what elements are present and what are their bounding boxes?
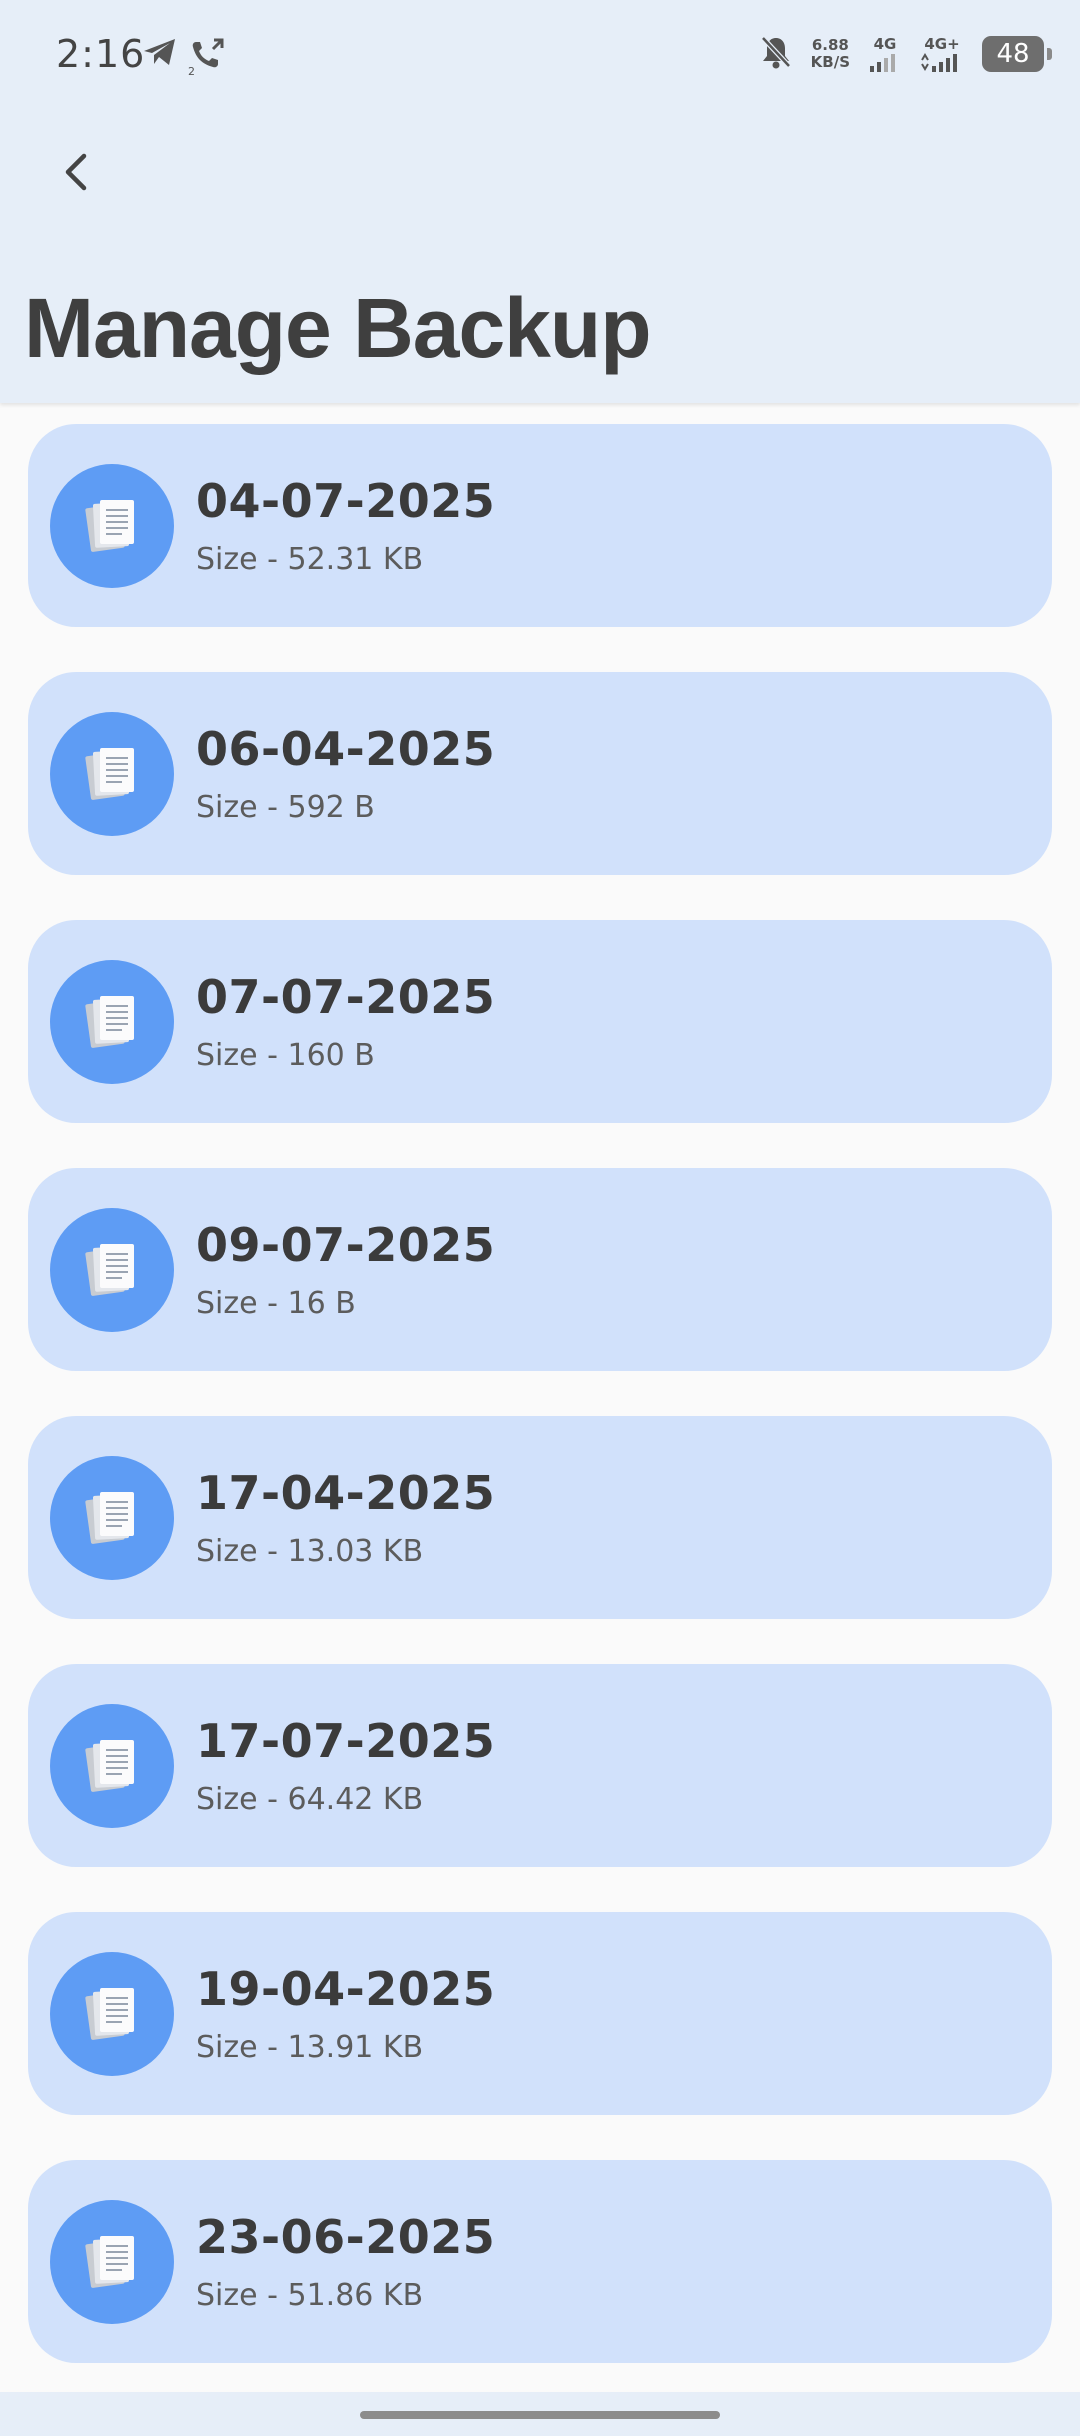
backup-item[interactable]: 04-07-2025 Size - 52.31 KB <box>28 424 1052 627</box>
wifi-call-icon: 2 <box>188 36 228 80</box>
backup-date: 09-07-2025 <box>196 1218 496 1272</box>
backup-item[interactable]: 19-04-2025 Size - 13.91 KB <box>28 1912 1052 2115</box>
document-stack-icon <box>85 1740 134 1792</box>
signal-bars-icon <box>870 54 895 72</box>
signal-sim1-label: 4G <box>873 35 897 53</box>
backup-date: 07-07-2025 <box>196 970 496 1024</box>
chevron-left-icon <box>65 153 87 191</box>
backup-size: Size - 592 B <box>196 790 375 825</box>
backup-date: 19-04-2025 <box>196 1962 496 2016</box>
backup-icon-circle <box>50 1456 174 1580</box>
network-speed: 6.88 KB/S <box>811 37 850 71</box>
backup-item[interactable]: 17-07-2025 Size - 64.42 KB <box>28 1664 1052 1867</box>
status-bar: 2:16 2 6.88 KB/S 4G 4G+ 48 <box>0 0 1080 116</box>
backup-item[interactable]: 23-06-2025 Size - 51.86 KB <box>28 2160 1052 2363</box>
document-stack-icon <box>85 2236 134 2288</box>
svg-text:2: 2 <box>188 65 195 76</box>
backup-icon-circle <box>50 712 174 836</box>
backup-date: 06-04-2025 <box>196 722 496 776</box>
battery-indicator: 48 <box>982 36 1052 72</box>
backup-item[interactable]: 06-04-2025 Size - 592 B <box>28 672 1052 875</box>
document-stack-icon <box>85 500 134 552</box>
status-right-icons: 6.88 KB/S 4G 4G+ 48 <box>759 34 1052 74</box>
backup-size: Size - 64.42 KB <box>196 1782 424 1817</box>
backup-date: 17-07-2025 <box>196 1714 496 1768</box>
backup-icon-circle <box>50 1952 174 2076</box>
backup-icon-circle <box>50 464 174 588</box>
backup-icon-circle <box>50 2200 174 2324</box>
backup-size: Size - 13.91 KB <box>196 2030 424 2065</box>
backup-list: 04-07-2025 Size - 52.31 KB 06-04-2025 Si… <box>28 424 1052 2408</box>
signal-sim2: 4G+ <box>920 36 964 72</box>
backup-size: Size - 52.31 KB <box>196 542 424 577</box>
status-time: 2:16 <box>56 32 146 76</box>
backup-item[interactable]: 07-07-2025 Size - 160 B <box>28 920 1052 1123</box>
backup-item[interactable]: 09-07-2025 Size - 16 B <box>28 1168 1052 1371</box>
document-stack-icon <box>85 996 134 1048</box>
backup-size: Size - 16 B <box>196 1286 356 1321</box>
backup-icon-circle <box>50 1704 174 1828</box>
status-left-icons: 2 <box>142 36 228 80</box>
home-indicator[interactable] <box>360 2411 720 2419</box>
app-header: 2:16 2 6.88 KB/S 4G 4G+ 48 Manage Backup <box>0 0 1080 403</box>
backup-icon-circle <box>50 960 174 1084</box>
battery-level: 48 <box>996 39 1030 69</box>
backup-date: 17-04-2025 <box>196 1466 496 1520</box>
signal-sim2-label: 4G+ <box>924 35 960 53</box>
document-stack-icon <box>85 748 134 800</box>
telegram-icon <box>142 36 178 80</box>
mute-bell-icon <box>759 34 793 74</box>
back-button[interactable] <box>44 140 108 204</box>
backup-size: Size - 160 B <box>196 1038 375 1073</box>
signal-bars-icon <box>921 53 957 72</box>
document-stack-icon <box>85 1244 134 1296</box>
backup-date: 23-06-2025 <box>196 2210 496 2264</box>
backup-icon-circle <box>50 1208 174 1332</box>
backup-size: Size - 13.03 KB <box>196 1534 424 1569</box>
backup-size: Size - 51.86 KB <box>196 2278 424 2313</box>
document-stack-icon <box>85 1988 134 2040</box>
backup-date: 04-07-2025 <box>196 474 496 528</box>
signal-sim1: 4G <box>868 36 902 72</box>
document-stack-icon <box>85 1492 134 1544</box>
network-speed-value: 6.88 <box>811 36 849 54</box>
backup-item[interactable]: 17-04-2025 Size - 13.03 KB <box>28 1416 1052 1619</box>
network-speed-unit: KB/S <box>810 53 850 71</box>
page-title: Manage Backup <box>24 281 652 375</box>
navigation-bar <box>0 2392 1080 2436</box>
